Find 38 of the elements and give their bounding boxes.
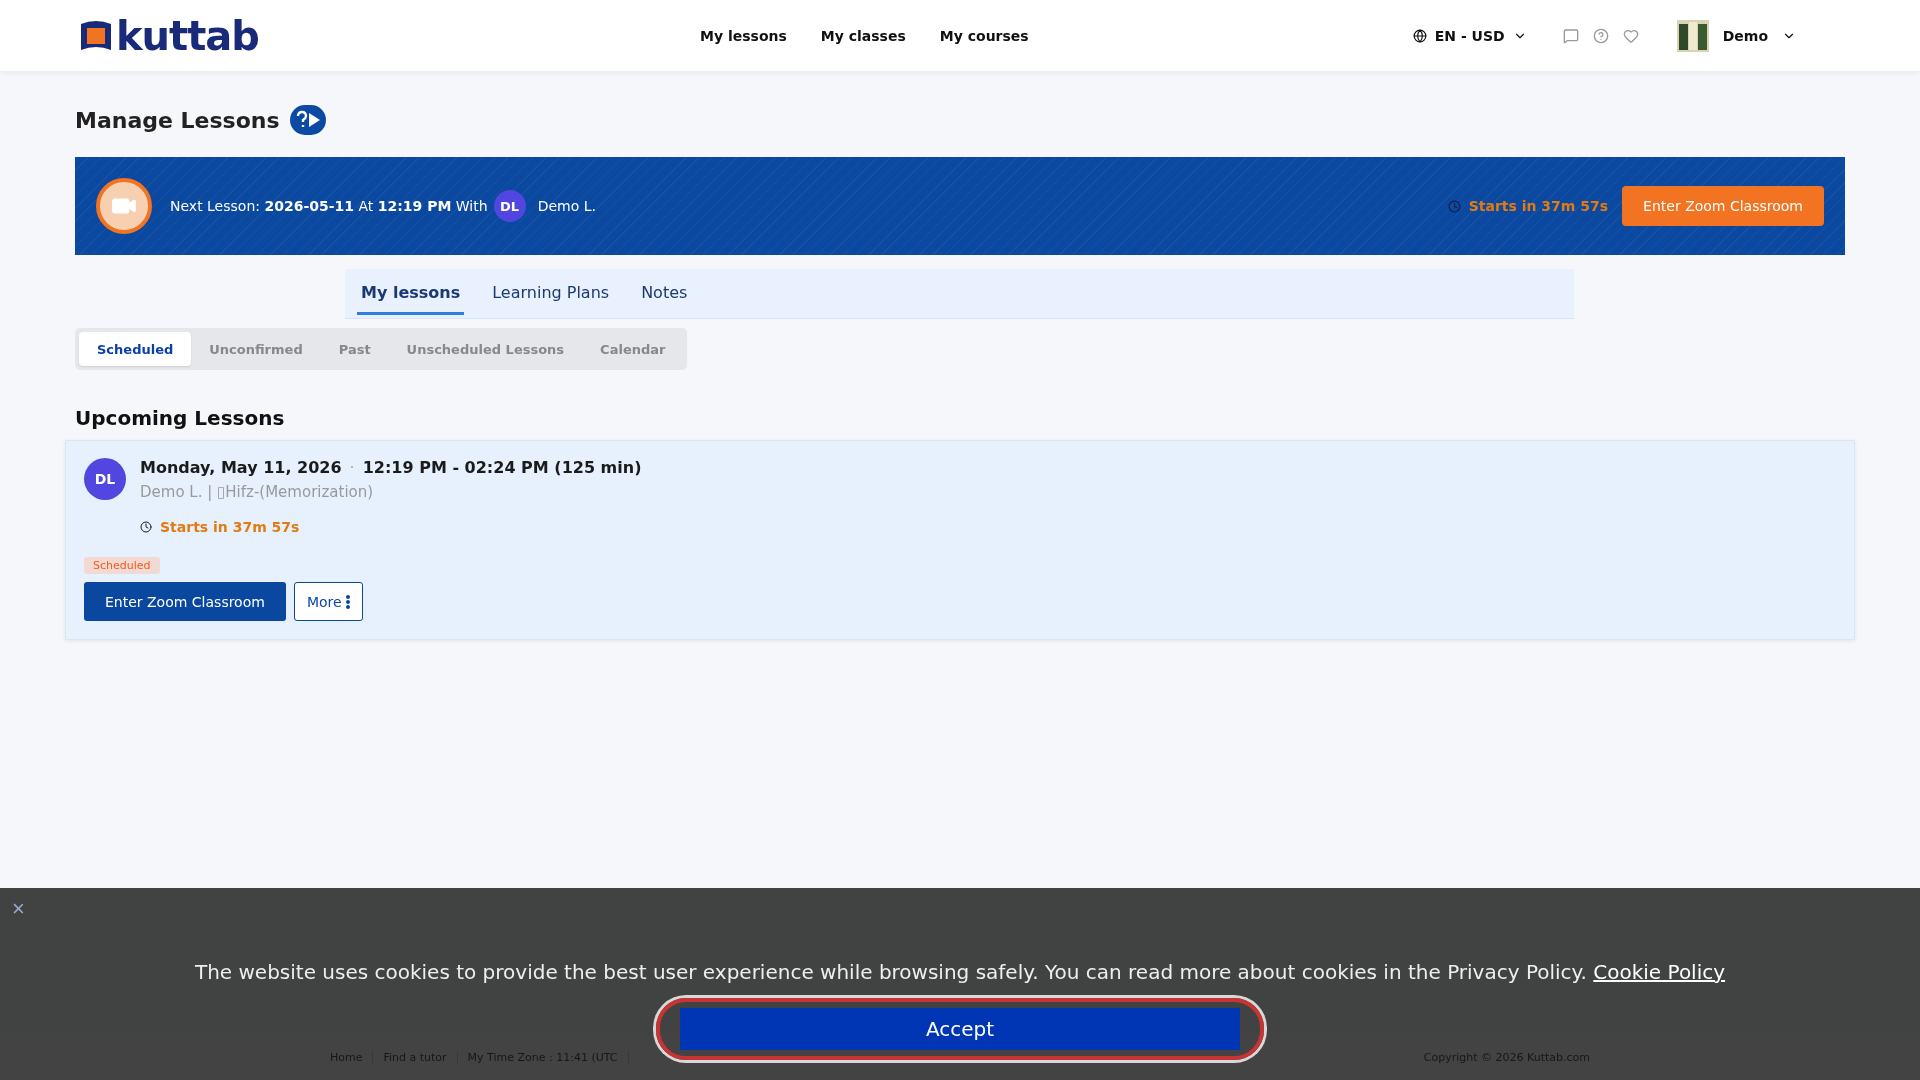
tab[interactable]: My lessons — [357, 272, 465, 315]
lesson-subtitle: Demo L. | ▯Hifz-(Memorization) — [140, 483, 375, 501]
lesson-date: Monday, May 11, 2026 — [140, 458, 342, 477]
video-camera-icon — [96, 178, 152, 234]
clock-icon — [140, 521, 152, 533]
help-icon[interactable] — [1592, 27, 1609, 44]
tutor-avatar: DL — [493, 190, 526, 222]
nav-link[interactable]: My courses — [939, 27, 1029, 44]
countdown-text: Starts in 37m 57s — [160, 519, 300, 535]
status-badge: Scheduled — [84, 557, 160, 574]
next-lesson-text: Next Lesson: 2026-05-11 At 12:19 PM With — [170, 198, 488, 214]
language-currency-selector[interactable]: EN - USD — [1406, 26, 1533, 45]
enter-classroom-button[interactable]: Enter Zoom Classroom — [84, 582, 286, 621]
chat-icon[interactable] — [1562, 27, 1579, 44]
close-button[interactable]: × — [12, 896, 25, 922]
nav-link[interactable]: My lessons — [700, 27, 787, 44]
logo[interactable]: kuttab — [78, 12, 498, 59]
page-title: Manage Lessons — [75, 107, 280, 133]
lesson-time: 12:19 PM - 02:24 PM (125 min) — [362, 458, 642, 477]
separator-dot: · — [349, 458, 355, 477]
more-button[interactable]: More — [293, 582, 363, 621]
section-title: Upcoming Lessons — [75, 406, 286, 430]
ellipsis-icon — [345, 594, 350, 609]
clock-icon — [1447, 199, 1461, 213]
user-menu[interactable]: Demo — [1670, 18, 1802, 53]
globe-icon — [1412, 28, 1427, 43]
nav-link[interactable]: My classes — [820, 27, 906, 44]
tutor-name: Demo L. — [537, 198, 596, 214]
accept-button[interactable]: Accept — [680, 1008, 1240, 1050]
countdown-text: Starts in 37m 57s — [1468, 198, 1609, 214]
help-video-button[interactable] — [289, 105, 326, 135]
cookie-policy-link[interactable]: Cookie Policy — [1593, 960, 1726, 984]
filter-tab[interactable]: Scheduled — [79, 332, 192, 366]
cookie-text: The website uses cookies to provide the best user experience while browsing safely. You can read more about cookies in the Privacy Policy. Cookie Policy — [194, 960, 1726, 984]
heart-icon[interactable] — [1622, 27, 1639, 44]
tutor-avatar: DL — [84, 458, 126, 500]
tab[interactable]: Notes — [637, 272, 692, 315]
tab[interactable]: Learning Plans — [488, 272, 614, 315]
